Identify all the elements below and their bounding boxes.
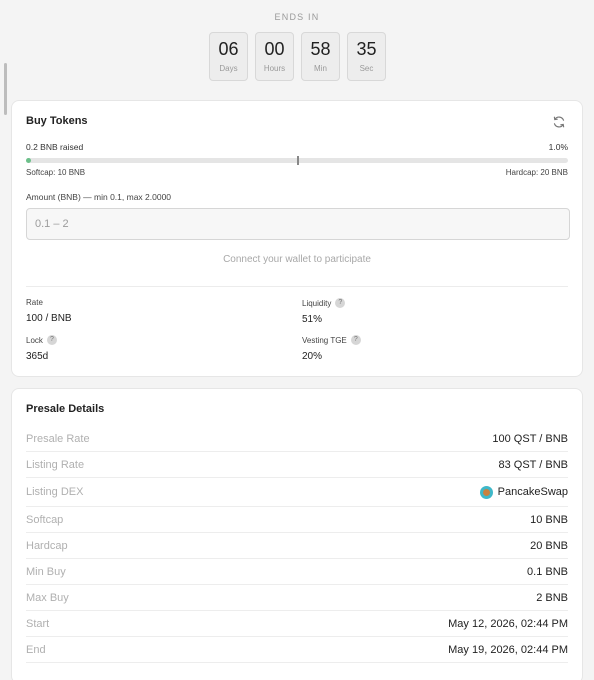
stat-label: Rate	[26, 298, 43, 307]
countdown-unit: Sec	[359, 64, 374, 73]
stat-vesting: Vesting TGE? 20%	[302, 335, 361, 362]
stat-label: Vesting TGE	[302, 335, 347, 345]
detail-value: 100 QST / BNB	[492, 432, 568, 445]
dex-name: PancakeSwap	[497, 486, 568, 498]
countdown-value: 35	[356, 39, 377, 59]
detail-label: End	[26, 643, 46, 656]
stat-value: 365d	[26, 351, 49, 362]
detail-value: 2 BNB	[536, 591, 568, 604]
raise-progress-fill	[26, 158, 32, 163]
stat-liquidity: Liquidity? 51%	[302, 298, 346, 325]
detail-row-max-buy: Max Buy 2 BNB	[26, 585, 568, 611]
detail-value: 83 QST / BNB	[498, 458, 569, 471]
detail-row-listing-dex: Listing DEX PancakeSwap	[26, 478, 568, 507]
raise-progress-bar	[26, 156, 568, 165]
pancakeswap-logo-icon	[479, 485, 493, 499]
amount-label: Amount (BNB) — min 0.1, max 2.0000	[26, 192, 172, 202]
detail-label: Softcap	[26, 513, 64, 526]
softcap-marker	[297, 156, 299, 165]
detail-label: Hardcap	[26, 539, 68, 552]
presale-details-card: Presale Details Presale Rate 100 QST / B…	[11, 388, 583, 680]
detail-row-min-buy: Min Buy 0.1 BNB	[26, 559, 568, 585]
detail-label: Presale Rate	[26, 432, 90, 445]
detail-label: Listing DEX	[26, 486, 84, 498]
countdown-days: 06 Days	[209, 32, 248, 81]
ends-in-label: ENDS IN	[274, 12, 320, 22]
raised-percent: 1.0%	[548, 142, 568, 152]
detail-row-end: End May 19, 2026, 02:44 PM	[26, 637, 568, 663]
detail-value: 0.1 BNB	[527, 565, 568, 578]
detail-row-listing-rate: Listing Rate 83 QST / BNB	[26, 452, 568, 478]
detail-value: May 12, 2026, 02:44 PM	[448, 617, 568, 630]
countdown-value: 58	[310, 39, 331, 59]
countdown-unit: Hours	[263, 64, 286, 73]
detail-label: Start	[26, 617, 50, 630]
countdown-unit: Days	[219, 64, 238, 73]
raised-row: 0.2 BNB raised 1.0%	[26, 142, 568, 152]
countdown-value: 00	[264, 39, 285, 59]
detail-row-presale-rate: Presale Rate 100 QST / BNB	[26, 426, 568, 452]
detail-label: Listing Rate	[26, 458, 85, 471]
detail-label: Max Buy	[26, 591, 69, 604]
help-icon[interactable]: ?	[335, 298, 346, 308]
countdown-minutes: 58 Min	[301, 32, 340, 81]
presale-page: ENDS IN 06 Days 00 Hours 58 Min 35 Sec B…	[0, 0, 594, 680]
hardcap-label: Hardcap: 20 BNB	[505, 168, 568, 177]
detail-value: PancakeSwap	[479, 485, 568, 499]
stat-rate: Rate 100 / BNB	[26, 298, 72, 324]
cap-row: Softcap: 10 BNB Hardcap: 20 BNB	[26, 168, 568, 177]
amount-input[interactable]	[26, 208, 570, 240]
divider	[26, 286, 568, 287]
refresh-icon[interactable]	[552, 115, 566, 129]
stat-lock: Lock? 365d	[26, 335, 57, 362]
detail-row-start: Start May 12, 2026, 02:44 PM	[26, 611, 568, 637]
stat-value: 100 / BNB	[26, 313, 72, 324]
countdown: 06 Days 00 Hours 58 Min 35 Sec	[209, 32, 386, 81]
raised-amount: 0.2 BNB raised	[26, 142, 84, 152]
countdown-hours: 00 Hours	[255, 32, 294, 81]
detail-label: Min Buy	[26, 565, 66, 578]
detail-value: 10 BNB	[530, 513, 568, 526]
details-list: Presale Rate 100 QST / BNB Listing Rate …	[26, 426, 568, 663]
detail-value: May 19, 2026, 02:44 PM	[448, 643, 568, 656]
buy-tokens-title: Buy Tokens	[26, 115, 88, 127]
stat-label: Lock	[26, 335, 43, 345]
buy-tokens-card: Buy Tokens 0.2 BNB raised 1.0% Softcap: …	[11, 100, 583, 377]
countdown-value: 06	[218, 39, 239, 59]
detail-value: 20 BNB	[530, 539, 568, 552]
presale-details-title: Presale Details	[26, 403, 105, 415]
detail-row-softcap: Softcap 10 BNB	[26, 507, 568, 533]
connect-wallet-hint: Connect your wallet to participate	[223, 254, 371, 265]
countdown-seconds: 35 Sec	[347, 32, 386, 81]
detail-row-hardcap: Hardcap 20 BNB	[26, 533, 568, 559]
softcap-label: Softcap: 10 BNB	[26, 168, 86, 177]
stat-label: Liquidity	[302, 298, 332, 308]
countdown-unit: Min	[314, 64, 327, 73]
help-icon[interactable]: ?	[350, 335, 361, 345]
stat-value: 51%	[302, 314, 323, 325]
stat-value: 20%	[302, 351, 323, 362]
scrollbar[interactable]	[4, 63, 7, 115]
help-icon[interactable]: ?	[46, 335, 57, 345]
